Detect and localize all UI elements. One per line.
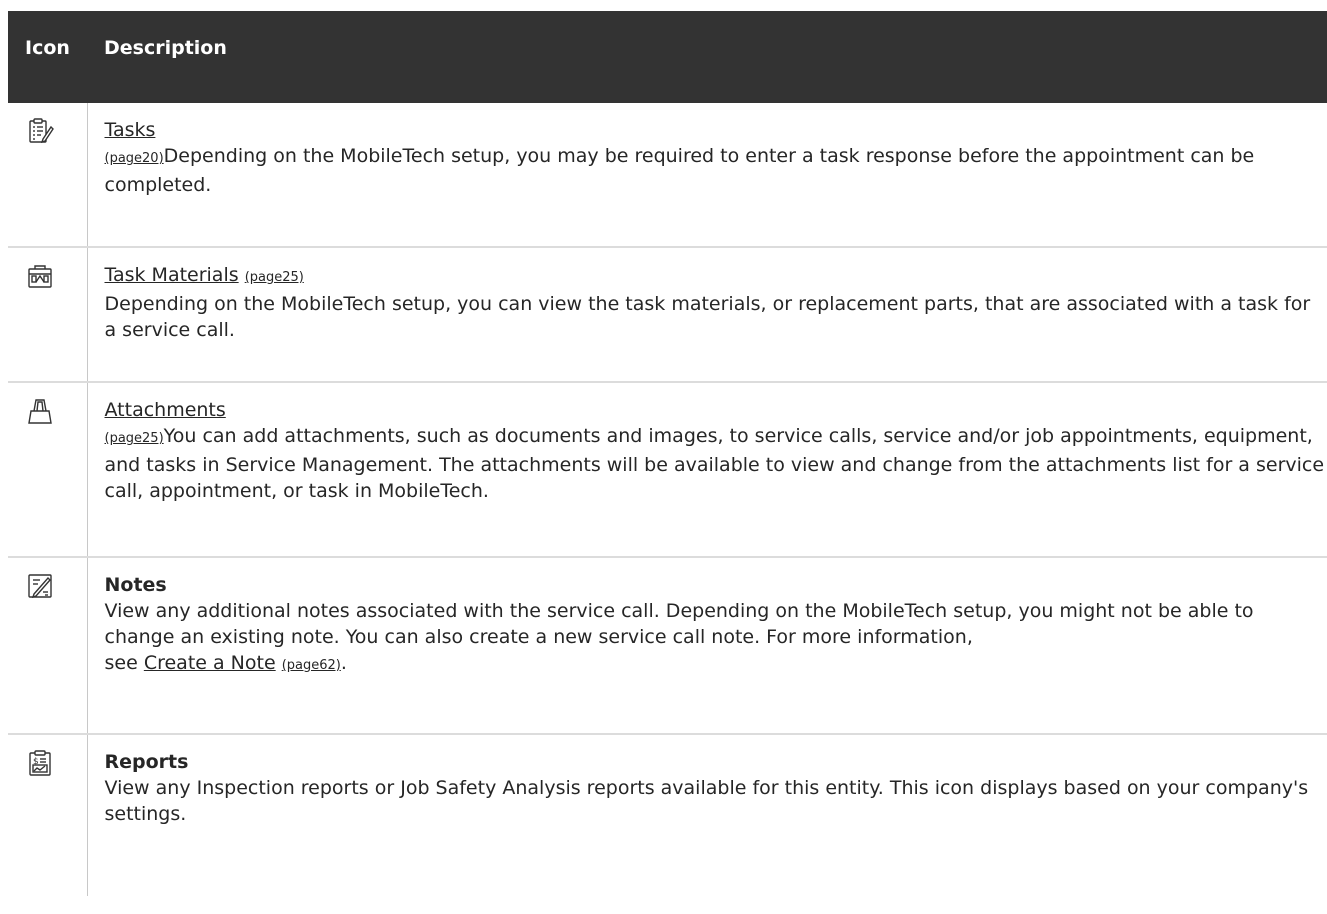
icon-description-table: Icon Description Tasks (page20)Depending… [8, 11, 1327, 896]
reports-clipboard-icon: $ [26, 749, 54, 777]
notes-description: View any additional notes associated wit… [104, 600, 1254, 674]
tasks-link[interactable]: Tasks [105, 119, 156, 141]
reports-title: Reports [104, 751, 189, 773]
task-materials-page-ref-link[interactable]: (page25) [245, 270, 304, 285]
description-column-header: Description [87, 11, 1327, 103]
task-materials-link[interactable]: Task Materials [105, 264, 239, 286]
table-header-row: Icon Description [8, 11, 1327, 103]
attachments-description: You can add attachments, such as documen… [104, 425, 1325, 502]
attachments-link[interactable]: Attachments [105, 399, 226, 421]
binder-clip-icon [26, 397, 54, 425]
notes-pencil-icon [26, 572, 54, 600]
icon-column-header: Icon [8, 11, 87, 103]
notes-title: Notes [104, 574, 167, 596]
create-a-note-page-ref-link[interactable]: (page62) [282, 658, 341, 673]
tasks-description: Depending on the MobileTech setup, you m… [104, 145, 1255, 196]
table-row: Attachments (page25)You can add attachme… [8, 382, 1327, 558]
table-row: Task Materials (page25) Depending on the… [8, 247, 1327, 383]
tasks-clipboard-icon [26, 117, 54, 145]
task-materials-description: Depending on the MobileTech setup, you c… [104, 293, 1311, 341]
table-row: $ Reports View any Inspection reports or… [8, 734, 1327, 896]
attachments-page-ref-link[interactable]: (page25) [105, 431, 164, 446]
table-row: Tasks (page20)Depending on the MobileTec… [8, 103, 1327, 248]
tasks-page-ref-link[interactable]: (page20) [105, 151, 164, 166]
document-page: Icon Description Tasks (page20)Depending… [0, 0, 1327, 914]
table-row: Notes View any additional notes associat… [8, 557, 1327, 735]
create-a-note-link[interactable]: Create a Note [144, 652, 276, 674]
toolbox-icon [26, 262, 54, 290]
reports-description: View any Inspection reports or Job Safet… [104, 777, 1309, 825]
